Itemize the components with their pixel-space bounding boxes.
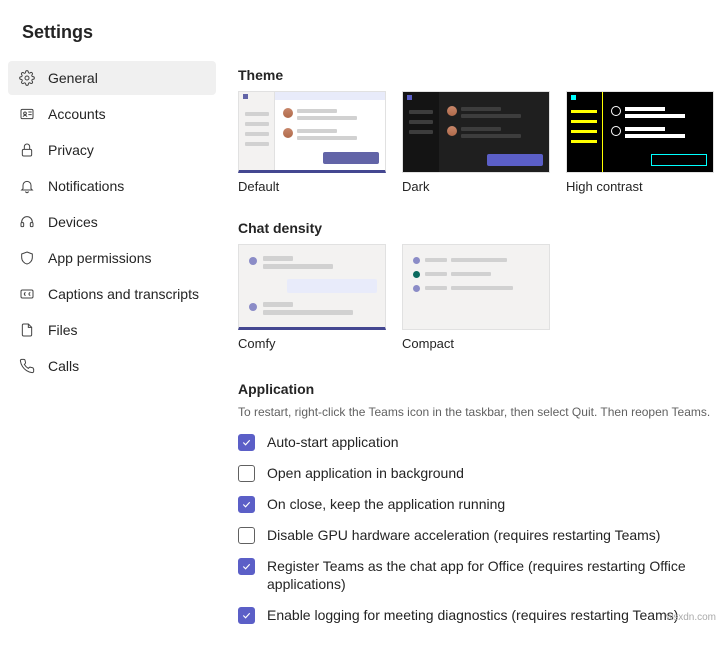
checkbox-auto-start[interactable]: [238, 434, 255, 451]
checkbox-label: On close, keep the application running: [267, 495, 505, 514]
theme-thumb-dark: [402, 91, 550, 173]
option-register-office: Register Teams as the chat app for Offic…: [238, 557, 720, 595]
checkbox-keep-running[interactable]: [238, 496, 255, 513]
sidebar-item-label: App permissions: [48, 250, 152, 266]
sidebar-item-general[interactable]: General: [8, 61, 216, 95]
checkbox-label: Open application in background: [267, 464, 464, 483]
option-disable-gpu: Disable GPU hardware acceleration (requi…: [238, 526, 720, 545]
option-open-background: Open application in background: [238, 464, 720, 483]
sidebar-item-label: Files: [48, 322, 78, 338]
sidebar-item-label: Privacy: [48, 142, 94, 158]
checkbox-label: Auto-start application: [267, 433, 399, 452]
theme-options: Default Dark: [238, 91, 720, 194]
checkbox-label: Register Teams as the chat app for Offic…: [267, 557, 720, 595]
theme-thumb-high-contrast: [566, 91, 714, 173]
watermark: wsxdn.com: [666, 612, 716, 623]
sidebar-item-devices[interactable]: Devices: [8, 205, 216, 239]
density-label: Comfy: [238, 336, 386, 351]
sidebar-item-captions-transcripts[interactable]: Captions and transcripts: [8, 277, 216, 311]
sidebar-item-label: Devices: [48, 214, 98, 230]
theme-option-dark[interactable]: Dark: [402, 91, 550, 194]
density-option-compact[interactable]: Compact: [402, 244, 550, 351]
sidebar-item-notifications[interactable]: Notifications: [8, 169, 216, 203]
theme-label: High contrast: [566, 179, 714, 194]
sidebar-item-app-permissions[interactable]: App permissions: [8, 241, 216, 275]
sidebar-item-label: Captions and transcripts: [48, 286, 199, 302]
id-card-icon: [18, 105, 36, 123]
checkbox-disable-gpu[interactable]: [238, 527, 255, 544]
theme-label: Default: [238, 179, 386, 194]
page-title: Settings: [22, 22, 698, 43]
checkbox-label: Disable GPU hardware acceleration (requi…: [267, 526, 660, 545]
checkbox-open-background[interactable]: [238, 465, 255, 482]
sidebar-item-label: Notifications: [48, 178, 124, 194]
sidebar-item-label: General: [48, 70, 98, 86]
file-icon: [18, 321, 36, 339]
sidebar-item-privacy[interactable]: Privacy: [8, 133, 216, 167]
theme-thumb-default: [238, 91, 386, 173]
headset-icon: [18, 213, 36, 231]
shield-icon: [18, 249, 36, 267]
gear-icon: [18, 69, 36, 87]
theme-section-title: Theme: [238, 67, 720, 83]
option-keep-running: On close, keep the application running: [238, 495, 720, 514]
sidebar-item-accounts[interactable]: Accounts: [8, 97, 216, 131]
phone-icon: [18, 357, 36, 375]
theme-option-high-contrast[interactable]: High contrast: [566, 91, 714, 194]
sidebar-item-calls[interactable]: Calls: [8, 349, 216, 383]
density-section-title: Chat density: [238, 220, 720, 236]
density-option-comfy[interactable]: Comfy: [238, 244, 386, 351]
application-section-title: Application: [238, 381, 720, 397]
checkbox-label: Enable logging for meeting diagnostics (…: [267, 606, 678, 625]
cc-icon: [18, 285, 36, 303]
theme-option-default[interactable]: Default: [238, 91, 386, 194]
application-description: To restart, right-click the Teams icon i…: [238, 405, 720, 419]
density-options: Comfy Compact: [238, 244, 720, 351]
main-content: Theme Default: [224, 61, 720, 637]
sidebar-item-files[interactable]: Files: [8, 313, 216, 347]
density-thumb-compact: [402, 244, 550, 330]
density-thumb-comfy: [238, 244, 386, 330]
density-label: Compact: [402, 336, 550, 351]
sidebar-item-label: Accounts: [48, 106, 106, 122]
option-enable-logging: Enable logging for meeting diagnostics (…: [238, 606, 720, 625]
bell-icon: [18, 177, 36, 195]
option-auto-start: Auto-start application: [238, 433, 720, 452]
lock-icon: [18, 141, 36, 159]
theme-label: Dark: [402, 179, 550, 194]
settings-sidebar: General Accounts Privacy Notifications D…: [0, 61, 224, 637]
page-header: Settings: [0, 0, 720, 61]
checkbox-enable-logging[interactable]: [238, 607, 255, 624]
sidebar-item-label: Calls: [48, 358, 79, 374]
checkbox-register-office[interactable]: [238, 558, 255, 575]
